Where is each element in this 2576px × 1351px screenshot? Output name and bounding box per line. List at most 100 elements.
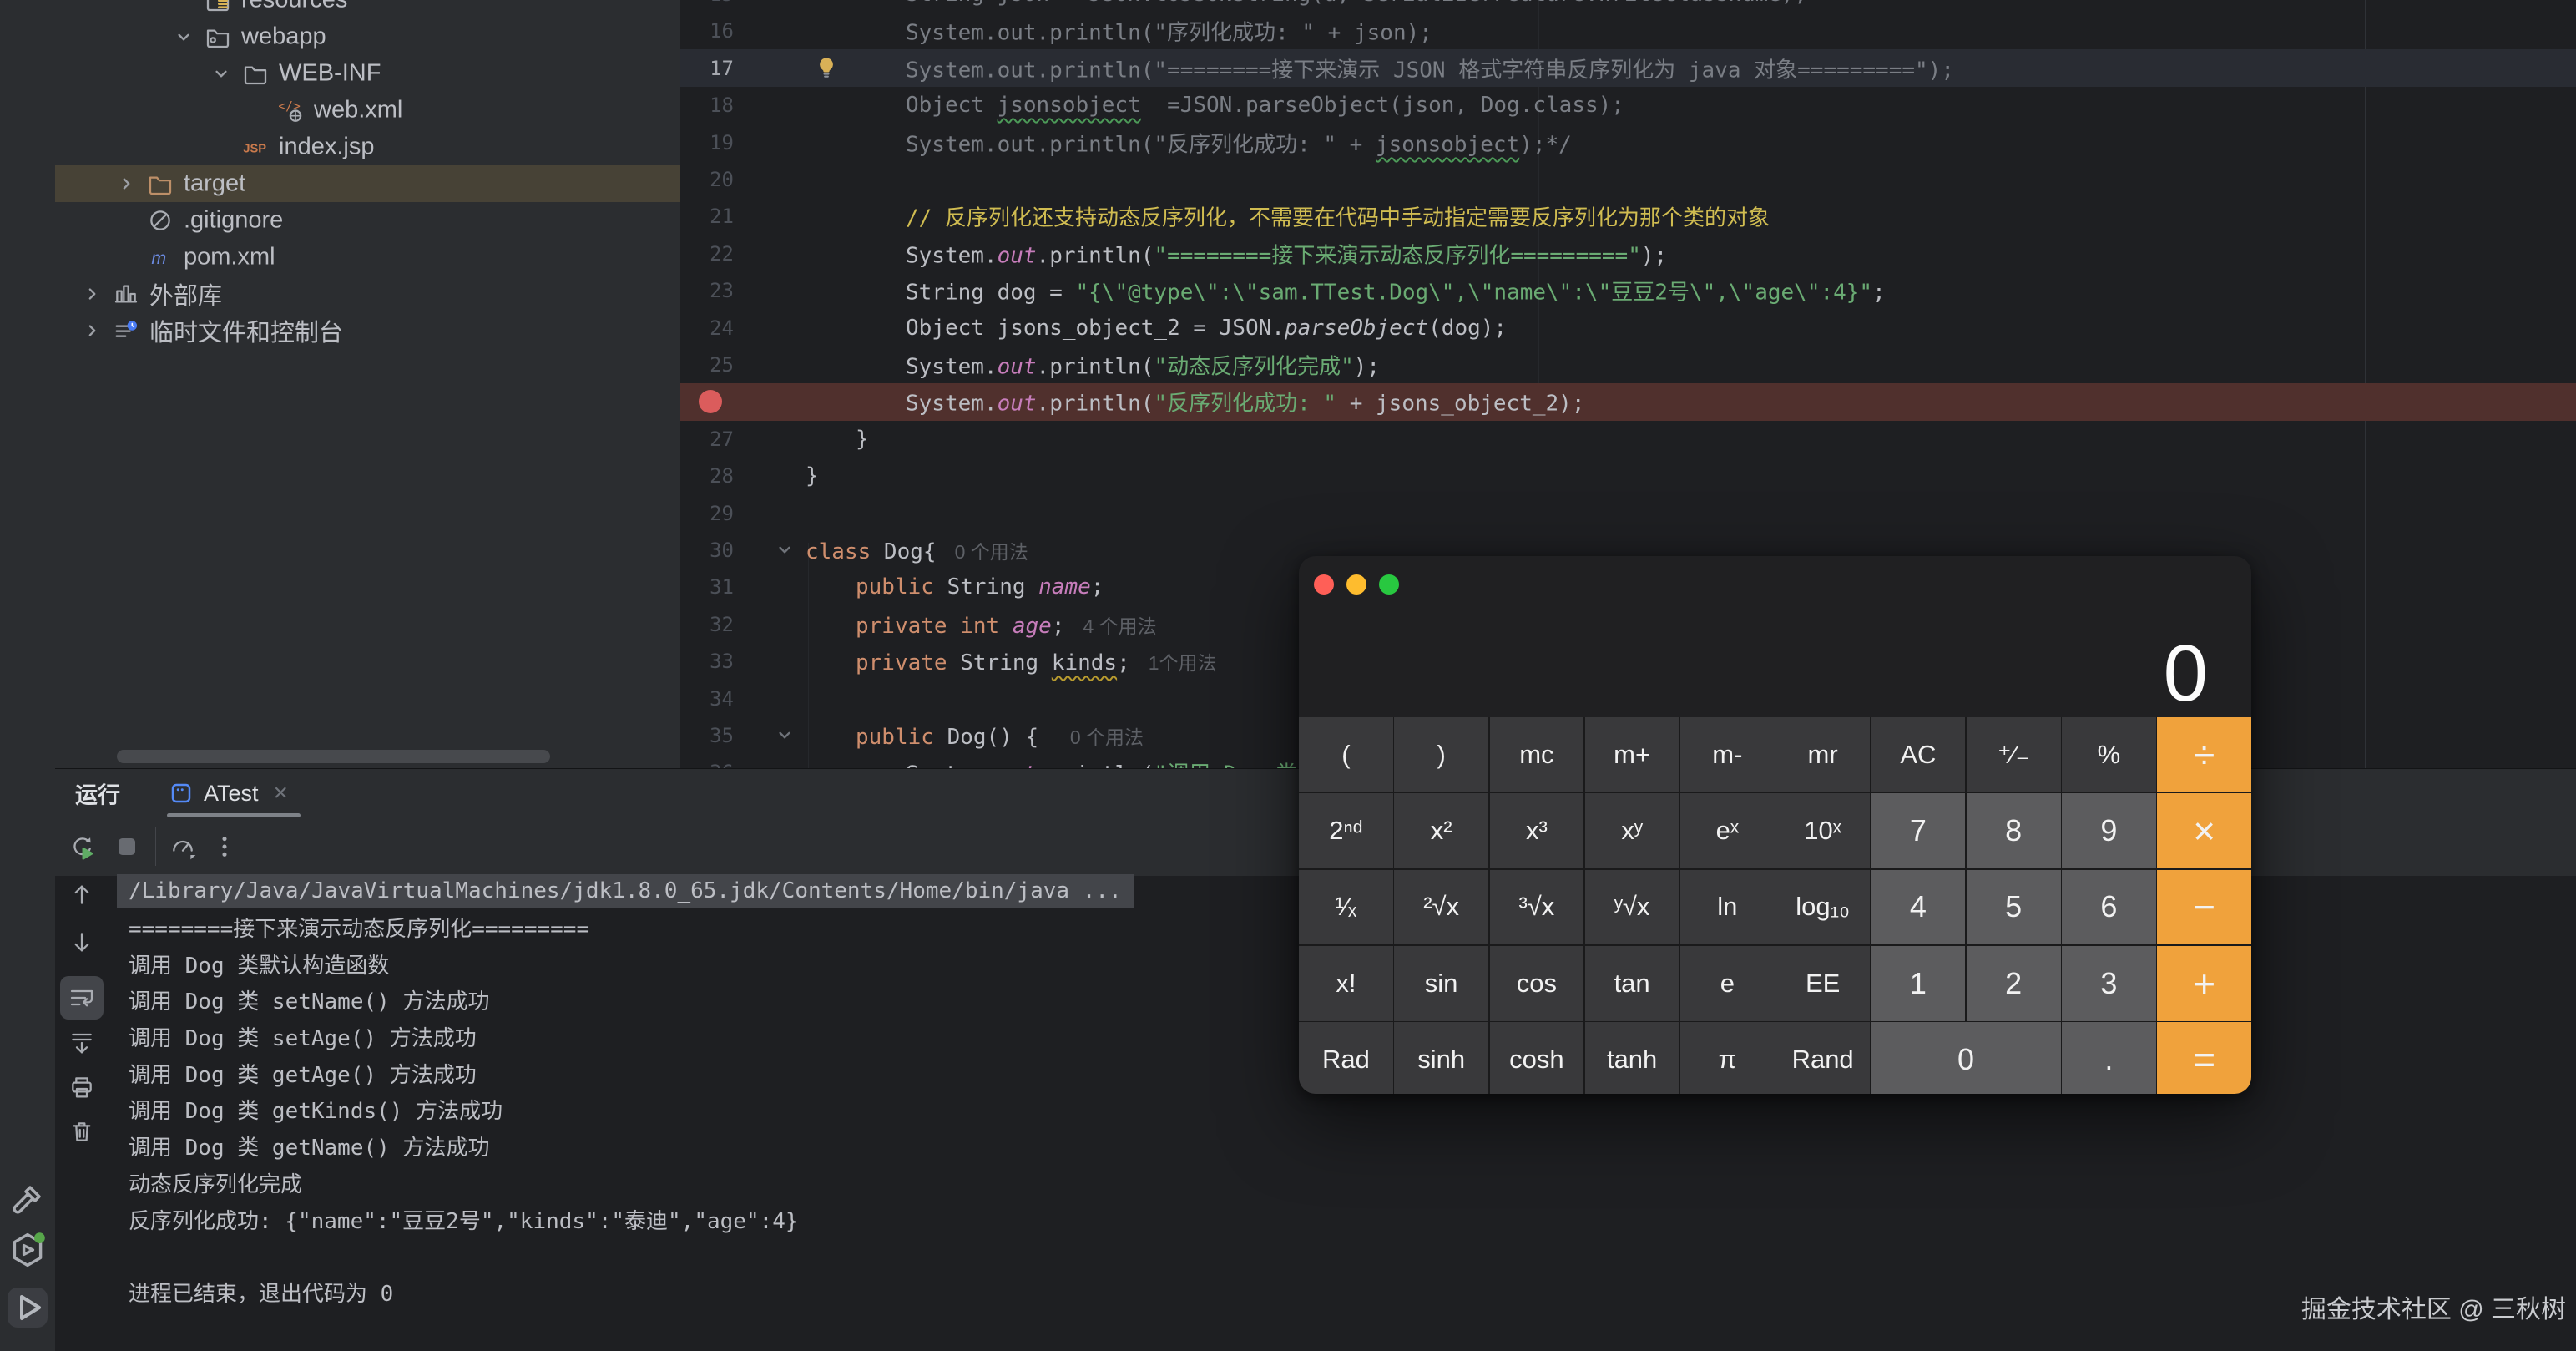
calc-key-5[interactable]: 5 (1967, 870, 2061, 945)
calc-key-cosh[interactable]: cosh (1490, 1022, 1584, 1094)
services-run-icon[interactable] (8, 1230, 48, 1270)
calc-key-item[interactable]: . (2062, 1022, 2156, 1094)
calc-key-3[interactable]: 3 (2062, 946, 2156, 1021)
calc-key-ln[interactable]: ln (1680, 870, 1775, 945)
tree-item-临时文件和控制台[interactable]: 临时文件和控制台 (55, 312, 680, 349)
chevron-down-icon[interactable] (173, 26, 194, 48)
calc-key-log[interactable]: log₁₀ (1775, 870, 1870, 945)
calc-key-10[interactable]: 10ˣ (1775, 793, 1870, 868)
calc-key-ee[interactable]: EE (1775, 946, 1870, 1021)
calc-key-m[interactable]: m- (1680, 717, 1775, 792)
close-icon[interactable]: × (274, 779, 289, 807)
calc-key-2[interactable]: 2 (1967, 946, 2061, 1021)
soft-wrap-icon[interactable] (68, 984, 95, 1011)
calc-key-8[interactable]: 8 (1967, 793, 2061, 868)
fold-chevron-icon[interactable] (774, 724, 796, 746)
calc-key-item[interactable]: % (2062, 717, 2156, 792)
tree-item-gitignore[interactable]: .gitignore (55, 202, 680, 239)
more-options-icon[interactable] (211, 833, 238, 860)
horizontal-scrollbar[interactable] (117, 750, 550, 763)
calc-key-item[interactable]: ( (1299, 717, 1393, 792)
calc-key-item[interactable]: − (2157, 870, 2251, 945)
line-number: 16 (680, 19, 734, 43)
calc-key-item[interactable]: ÷ (2157, 717, 2251, 792)
code-segment (947, 614, 961, 639)
calc-key-item[interactable]: ) (1394, 717, 1488, 792)
calc-key-tan[interactable]: tan (1585, 946, 1679, 1021)
calc-key-cos[interactable]: cos (1490, 946, 1584, 1021)
calc-key-4[interactable]: 4 (1871, 870, 1966, 945)
calc-key-sin[interactable]: sin (1394, 946, 1488, 1021)
arrow-up-icon[interactable] (68, 881, 95, 908)
calc-key-7[interactable]: 7 (1871, 793, 1966, 868)
stop-icon[interactable] (114, 833, 140, 860)
calc-key-m[interactable]: m+ (1585, 717, 1679, 792)
fold-chevron-icon[interactable] (774, 539, 796, 560)
calc-key-x[interactable]: x² (1394, 793, 1488, 868)
print-icon[interactable] (68, 1074, 95, 1101)
calc-key-ac[interactable]: AC (1871, 717, 1966, 792)
tree-item-外部库[interactable]: 外部库 (55, 276, 680, 312)
minimize-traffic-light[interactable] (1346, 574, 1366, 595)
calc-key-item[interactable]: ⁺⁄₋ (1967, 717, 2061, 792)
chevron-right-icon[interactable] (115, 173, 137, 195)
usages-inlay-hint[interactable]: 0 个用法 (1070, 726, 1144, 748)
zoom-traffic-light[interactable] (1379, 574, 1399, 595)
chevron-right-icon[interactable] (81, 320, 103, 342)
calc-key-rad[interactable]: Rad (1299, 1022, 1393, 1094)
code-segment: ; (1872, 281, 1886, 306)
calc-key-item[interactable]: ¹⁄ₓ (1299, 870, 1393, 945)
rerun-icon[interactable] (69, 833, 96, 860)
calc-key-x[interactable]: ʸ√x (1585, 870, 1679, 945)
close-traffic-light[interactable] (1314, 574, 1334, 595)
calc-key-tanh[interactable]: tanh (1585, 1022, 1679, 1094)
tree-item-pom-xml[interactable]: mpom.xml (55, 239, 680, 276)
intention-bulb-icon[interactable] (814, 55, 839, 80)
usages-inlay-hint[interactable]: 0 个用法 (955, 541, 1028, 563)
calc-key-e[interactable]: eˣ (1680, 793, 1775, 868)
calc-key-x[interactable]: ²√x (1394, 870, 1488, 945)
usages-inlay-hint[interactable]: 4 个用法 (1083, 615, 1156, 637)
calc-key-0[interactable]: 0 (1871, 1022, 2061, 1094)
calc-key-e[interactable]: e (1680, 946, 1775, 1021)
line-number: 23 (680, 279, 734, 302)
tree-item-target[interactable]: target (55, 165, 680, 202)
breakpoint-icon[interactable] (699, 390, 722, 413)
calculator-window[interactable]: 0 ()mcm+m-mrAC⁺⁄₋%÷ 2ⁿᵈx²x³xʸeˣ10ˣ789× ¹⁄ₓ… (1299, 556, 2251, 1094)
code-segment: "动态反序列化完成" (1154, 354, 1353, 379)
clear-console-icon[interactable] (68, 1118, 95, 1145)
tree-item-index-jsp[interactable]: JSPindex.jsp (55, 129, 680, 165)
code-text: System.out.println("========接下来演示动态反序列化=… (906, 238, 1667, 269)
calc-key-2[interactable]: 2ⁿᵈ (1299, 793, 1393, 868)
usages-inlay-hint[interactable]: 1个用法 (1149, 652, 1217, 674)
calc-key-item[interactable]: + (2157, 946, 2251, 1021)
calc-key-mr[interactable]: mr (1775, 717, 1870, 792)
tree-item-webapp[interactable]: webapp (55, 18, 680, 55)
scroll-to-end-icon[interactable] (68, 1030, 95, 1056)
tree-item-web-inf[interactable]: WEB-INF (55, 55, 680, 92)
calc-key-item[interactable]: × (2157, 793, 2251, 868)
calc-key-x[interactable]: ³√x (1490, 870, 1584, 945)
line-number: 33 (680, 650, 734, 673)
chevron-down-icon[interactable] (210, 63, 232, 84)
calc-key-6[interactable]: 6 (2062, 870, 2156, 945)
profiler-gauge-icon[interactable] (169, 833, 196, 860)
calc-key-9[interactable]: 9 (2062, 793, 2156, 868)
calc-key-x[interactable]: xʸ (1585, 793, 1679, 868)
chevron-right-icon[interactable] (81, 283, 103, 305)
run-play-icon[interactable] (8, 1288, 48, 1328)
calc-key-x[interactable]: x! (1299, 946, 1393, 1021)
build-hammer-icon[interactable] (8, 1178, 48, 1218)
tree-item-web-xml[interactable]: </>web.xml (55, 92, 680, 129)
arrow-down-icon[interactable] (68, 929, 95, 956)
calc-key-mc[interactable]: mc (1490, 717, 1584, 792)
calc-key-1[interactable]: 1 (1871, 946, 1966, 1021)
tree-item-resources[interactable]: resources (55, 0, 680, 18)
tab-atest[interactable]: ATest × (155, 769, 301, 817)
calc-key-x[interactable]: x³ (1490, 793, 1584, 868)
calc-key-rand[interactable]: Rand (1775, 1022, 1870, 1094)
calc-key-item[interactable]: = (2157, 1022, 2251, 1094)
calc-key-item[interactable]: π (1680, 1022, 1775, 1094)
calc-key-sinh[interactable]: sinh (1394, 1022, 1488, 1094)
calculator-keypad: ()mcm+m-mrAC⁺⁄₋%÷ 2ⁿᵈx²x³xʸeˣ10ˣ789× ¹⁄ₓ²√… (1299, 717, 2251, 1094)
